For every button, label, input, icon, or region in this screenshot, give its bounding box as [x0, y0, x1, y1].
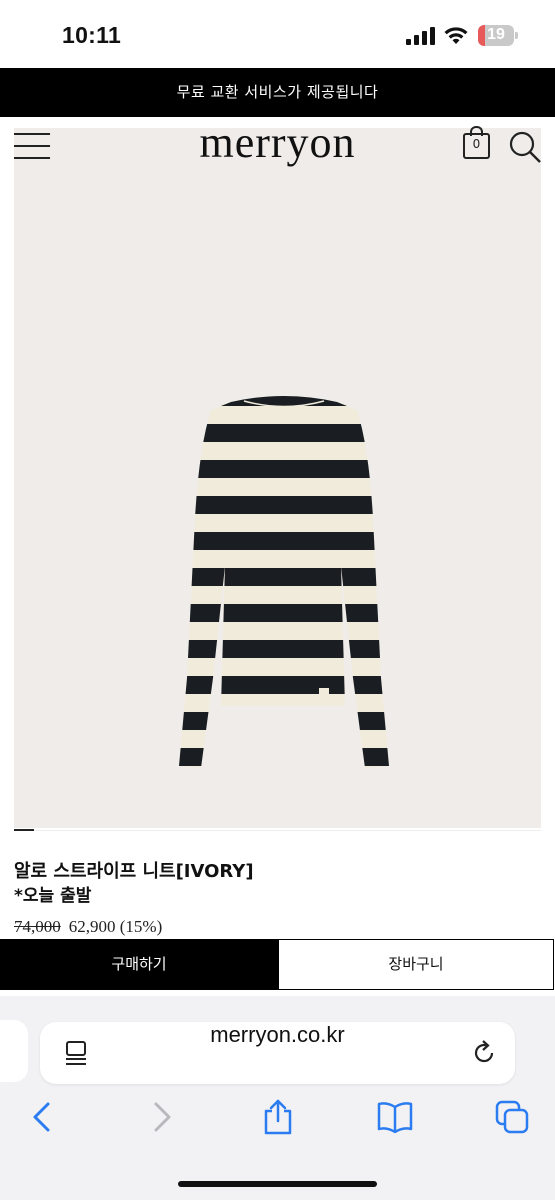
previous-tab-peek[interactable]: [0, 1020, 28, 1082]
sweater-stripe: [179, 460, 389, 478]
site-header: merryon: [0, 117, 555, 177]
sweater-stripe: [179, 424, 389, 442]
bookmarks-icon[interactable]: [377, 1099, 413, 1135]
sweater-stripe: [179, 396, 389, 406]
sale-price: 62,900 (15%): [68, 917, 163, 936]
forward-icon[interactable]: [144, 1099, 180, 1135]
purchase-actions: 구매하기 장바구니: [0, 939, 555, 990]
sweater-stripe: [179, 676, 389, 694]
wifi-icon: [444, 27, 468, 44]
promo-banner[interactable]: 무료 교환 서비스가 제공됩니다: [0, 68, 555, 117]
back-icon[interactable]: [24, 1099, 60, 1135]
original-price: 74,000: [14, 917, 61, 936]
sweater-stripe: [179, 640, 389, 658]
battery-level: 19: [487, 26, 505, 43]
shipping-note: *오늘 출발: [14, 886, 92, 906]
product-image[interactable]: [14, 128, 541, 828]
address-bar[interactable]: merryon.co.kr: [40, 1022, 515, 1084]
price-line: 74,000 62,900 (15%): [14, 917, 162, 937]
cellular-signal-icon: [406, 27, 435, 45]
striped-sweater-image: [179, 396, 389, 768]
brand-logo[interactable]: merryon: [150, 117, 405, 169]
sweater-stripe: [179, 748, 389, 766]
reload-icon[interactable]: [471, 1040, 497, 1066]
browser-toolbar: merryon.co.kr: [0, 996, 555, 1200]
sweater-stripe: [179, 568, 389, 586]
status-bar: 10:11 19: [0, 0, 555, 68]
add-to-cart-button[interactable]: 장바구니: [278, 939, 554, 990]
sweater-stripe: [179, 496, 389, 514]
share-icon[interactable]: [260, 1099, 296, 1135]
product-name: 알로 스트라이프 니트[IVORY]: [14, 861, 254, 882]
carousel-indicator: [14, 829, 34, 831]
sweater-stripe: [179, 712, 389, 730]
sweater-stripe: [179, 532, 389, 550]
home-indicator: [178, 1181, 377, 1187]
tabs-icon[interactable]: [494, 1099, 530, 1135]
status-time: 10:11: [62, 22, 122, 48]
buy-button[interactable]: 구매하기: [0, 939, 278, 990]
hamburger-menu-icon[interactable]: [14, 133, 50, 159]
battery-icon: 19: [478, 25, 518, 46]
url-text: merryon.co.kr: [210, 1022, 345, 1047]
carousel-track: [14, 830, 541, 831]
sweater-stripe: [179, 604, 389, 622]
